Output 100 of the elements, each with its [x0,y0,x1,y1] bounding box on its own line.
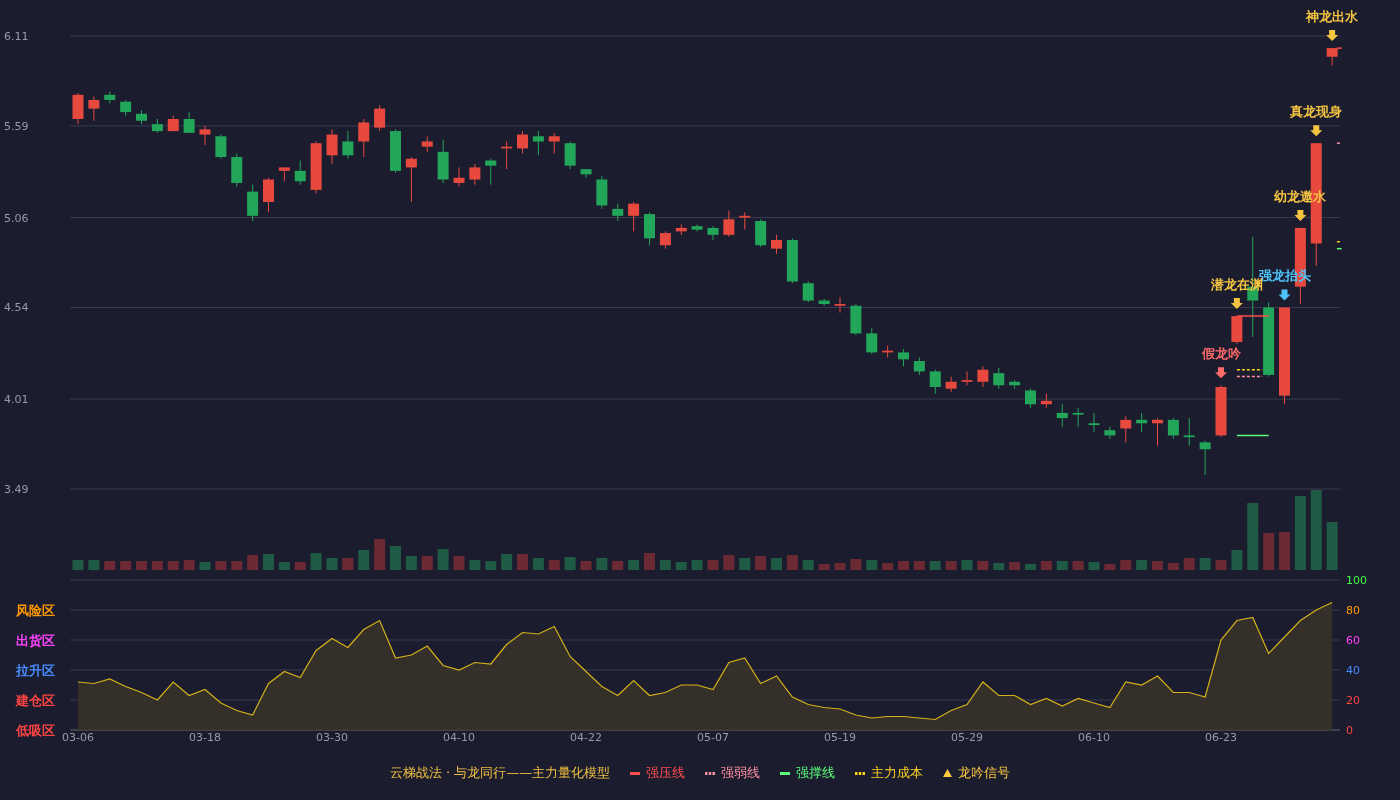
axis-label: 4.01 [4,393,29,407]
candlestick [517,130,528,155]
volume-bar [1025,564,1036,570]
candlestick [628,201,640,232]
candlestick [564,140,576,170]
volume-bar [1247,503,1259,570]
down-arrow-icon [1294,209,1307,221]
volume-bar [1199,558,1211,570]
candlestick [771,234,782,255]
volume-bar [548,560,560,570]
candlestick [390,128,401,174]
volume-bar [1263,533,1275,570]
candlestick [501,140,513,170]
candlestick [1183,417,1195,447]
volume-bar [993,563,1005,570]
candlestick [818,298,830,307]
candlestick [659,230,671,250]
candlestick [866,327,878,355]
axis-label: 03-18 [189,731,221,744]
axis-label: 05-07 [697,731,729,744]
legend-label: 强撑线 [796,764,836,783]
candlestick [469,163,481,186]
candlestick [548,132,560,155]
volume-bar [691,560,703,570]
candlestick [72,92,84,125]
volume-bar [1088,562,1100,570]
candlestick [612,203,624,222]
candlestick [834,296,846,314]
axis-label: 80 [1346,604,1360,617]
candlestick [421,135,433,153]
down-arrow-icon [1230,298,1243,310]
volume-bar [675,562,687,570]
volume-bar [437,549,449,570]
candlestick [532,130,544,156]
volume-bar [183,560,195,570]
volume-bar [215,561,227,570]
candlestick [437,139,449,184]
axis-label: 03-06 [62,731,94,744]
level-line [1336,247,1343,250]
axis-label: 6.11 [4,30,29,43]
axis-label: 3.49 [4,483,29,496]
volume-bar [612,561,624,570]
volume-bar [945,561,957,570]
candlestick [358,118,370,158]
volume-bar [1040,561,1052,570]
volume-bar [263,554,274,570]
candlestick [374,104,386,132]
volume-bar [834,563,846,570]
down-arrow-icon [1310,125,1323,137]
volume-bar [374,539,386,570]
volume-bar [644,553,655,570]
volume-bar [421,556,433,570]
candlestick [263,177,274,213]
candlestick [1088,412,1100,433]
legend-label: 龙吟信号 [958,764,1011,783]
volume-bar [342,558,354,570]
down-arrow-icon [1326,30,1339,42]
axis-label: 04-10 [443,731,475,744]
axis-label: 60 [1346,634,1360,647]
volume-bar [358,550,370,570]
candlestick [1231,315,1243,345]
volume-bar [596,558,608,570]
volume-bar [136,561,147,570]
candlestick [1040,393,1052,409]
volume-bar [723,555,735,570]
candlestick [786,237,798,284]
volume-bar [1215,560,1227,570]
axis-label: 100 [1346,574,1367,587]
volume-bar [278,562,290,570]
chart-title: 云梯战法 · 与龙同行——主力量化模型 [389,764,611,783]
candlestick [136,109,147,125]
volume-bar [1056,561,1068,570]
axis-label: 05-19 [824,731,856,744]
volume-bar [310,553,322,570]
candlestick [342,130,354,160]
volume-bar [247,555,259,570]
candlestick [1025,388,1036,409]
signal-label: 真龙现身 [1290,104,1343,120]
volume-bar [786,555,798,570]
axis-label: 20 [1346,694,1360,707]
candlestick [977,365,989,388]
volume-bar [199,562,211,570]
axis-label: 0 [1346,724,1353,737]
volume-bar [1072,561,1084,570]
volume-bar [707,560,719,570]
candlestick [1326,47,1338,66]
level-line [1336,241,1343,243]
volume-bar [453,556,465,570]
volume-bar [120,561,132,570]
volume-bar [913,561,925,570]
volume-bar [1183,558,1195,570]
volume-bar [1167,563,1179,570]
candlestick [644,211,655,246]
volume-bar [104,561,116,570]
volume-bar [818,564,830,570]
candlestick [88,96,100,122]
volume-bar [961,560,973,570]
candlestick [929,369,941,395]
candlestick [802,281,814,303]
volume-bar [469,560,481,570]
